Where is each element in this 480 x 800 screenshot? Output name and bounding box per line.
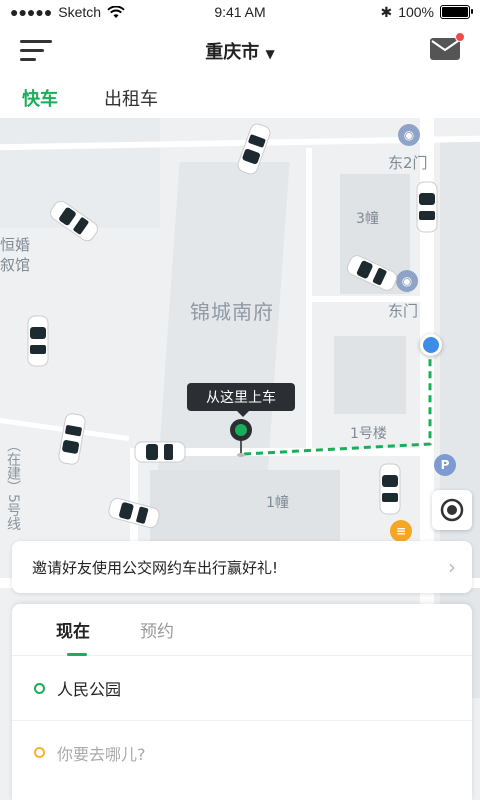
mode-tabs: 现在 预约 (12, 604, 472, 656)
status-bar: ●●●●● Sketch 9:41 AM ✱ 100% (0, 0, 480, 24)
bluetooth-icon: ✱ (380, 3, 393, 20)
pickup-pin-icon[interactable] (229, 418, 253, 458)
pickup-tooltip: 从这里上车 (187, 383, 295, 417)
notification-dot (455, 32, 465, 42)
tab-taxi[interactable]: 出租车 (104, 85, 158, 111)
tab-now[interactable]: 现在 (56, 617, 90, 642)
wifi-icon (107, 5, 125, 18)
promo-text: 邀请好友使用公交网约车出行赢好礼! (32, 558, 279, 577)
chevron-down-icon: ▼ (265, 47, 275, 61)
active-tab-indicator (67, 653, 87, 656)
tab-express[interactable]: 快车 (22, 85, 58, 111)
battery-percent: 100% (398, 4, 434, 20)
destination-field[interactable]: 你要去哪儿? (12, 720, 472, 784)
city-name: 重庆市 (205, 42, 260, 63)
booking-panel: 现在 预约 人民公园 你要去哪儿? (12, 604, 472, 800)
promo-banner[interactable]: 邀请好友使用公交网约车出行赢好礼! › (12, 541, 472, 593)
top-nav: 重庆市 ▼ (0, 24, 480, 78)
chevron-right-icon: › (448, 555, 456, 579)
target-icon (440, 498, 464, 522)
battery-icon (440, 5, 473, 19)
service-tabs: 快车 出租车 (0, 78, 480, 118)
city-selector[interactable]: 重庆市 ▼ (0, 38, 480, 64)
tab-reserve[interactable]: 预约 (140, 617, 174, 642)
destination-placeholder: 你要去哪儿? (57, 744, 146, 764)
origin-field[interactable]: 人民公园 (12, 656, 472, 720)
signal-icon: ●●●●● (10, 4, 53, 20)
user-location-icon (420, 334, 442, 356)
mail-icon (430, 38, 460, 60)
message-button[interactable] (430, 32, 465, 60)
destination-dot-icon (34, 747, 45, 758)
origin-text: 人民公园 (57, 680, 122, 699)
locate-me-button[interactable] (432, 490, 472, 530)
carrier-name: Sketch (58, 4, 102, 20)
origin-dot-icon (34, 682, 45, 694)
